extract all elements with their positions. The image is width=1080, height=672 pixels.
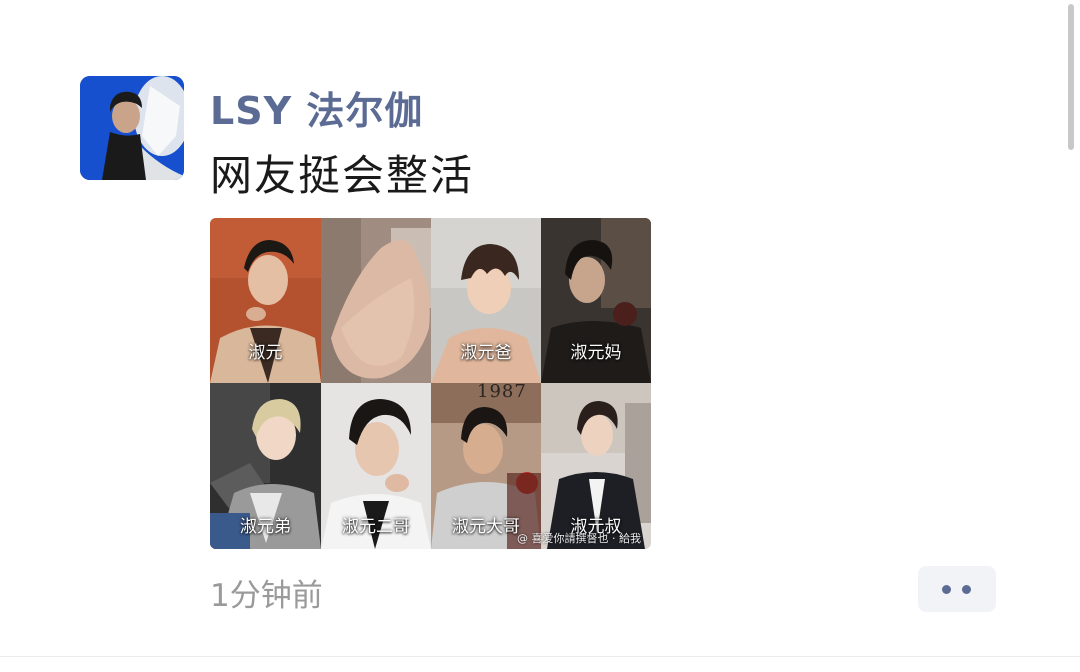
more-button[interactable]	[918, 566, 996, 612]
scrollbar-thumb[interactable]	[1068, 4, 1074, 150]
grid-image-3[interactable]: 淑元爸	[431, 218, 541, 383]
grid-image-4[interactable]: 淑元妈	[541, 218, 651, 383]
username[interactable]: LSY 法尔伽	[210, 80, 423, 135]
photo-2	[321, 218, 431, 383]
image-label: 淑元爸	[460, 343, 512, 363]
image-label: 淑元弟	[240, 517, 291, 537]
grid-image-5[interactable]: 淑元弟	[210, 383, 321, 549]
grid-image-8[interactable]: 淑元叔	[541, 383, 651, 549]
timestamp: 1分钟前	[210, 578, 323, 614]
image-label: 淑元二哥	[342, 517, 410, 537]
grid-image-2[interactable]	[321, 218, 431, 383]
more-dots-icon	[942, 585, 951, 594]
image-watermark: @ 喜爱你請撰督也 · 給我	[517, 532, 641, 545]
avatar-photo	[80, 76, 184, 180]
image-grid[interactable]: 淑元 淑元爸 淑元妈 淑元弟 淑元二哥 淑元大哥 1987 淑元叔 @ 喜爱你請…	[210, 218, 651, 549]
post-text: 网友挺会整活	[210, 151, 475, 200]
more-dots-icon	[962, 585, 971, 594]
cell-print-text: 1987	[477, 383, 527, 402]
image-label: 淑元妈	[570, 343, 622, 363]
grid-image-1[interactable]: 淑元	[210, 218, 321, 383]
scrollbar[interactable]	[1066, 0, 1080, 672]
grid-image-6[interactable]: 淑元二哥	[321, 383, 431, 549]
avatar[interactable]	[80, 76, 184, 180]
grid-image-7[interactable]: 淑元大哥 1987	[431, 383, 541, 549]
moment-post: LSY 法尔伽 网友挺会整活 淑元 淑元爸 淑元妈 淑元弟 淑元二哥 淑元大哥 …	[0, 0, 1080, 672]
image-label: 淑元	[248, 343, 283, 363]
divider	[0, 656, 1080, 657]
